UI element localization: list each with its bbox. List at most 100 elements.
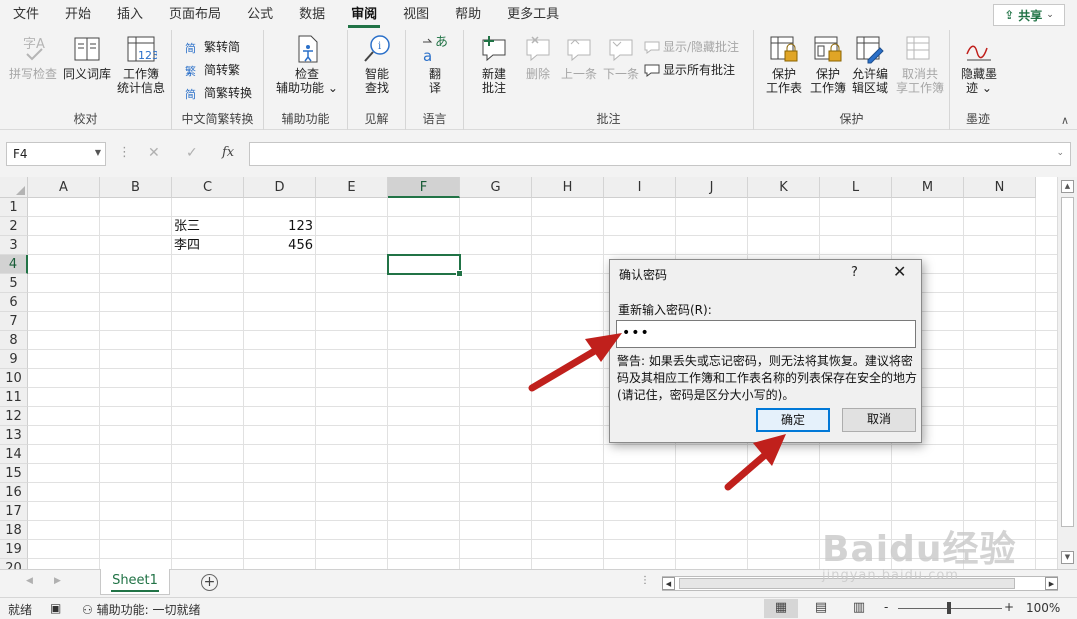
cell-c3[interactable]: 李四 xyxy=(174,236,244,255)
menu-tab-2[interactable]: 插入 xyxy=(104,0,156,30)
row-header-13[interactable]: 13 xyxy=(0,426,28,445)
column-header-h[interactable]: H xyxy=(532,177,604,198)
row-header-15[interactable]: 15 xyxy=(0,464,28,483)
expand-formula-bar-icon[interactable]: ⌄ xyxy=(1056,148,1064,158)
sheet-tab-sheet1[interactable]: Sheet1 xyxy=(100,569,170,595)
menu-tab-0[interactable]: 文件 xyxy=(0,0,52,30)
scroll-up-icon[interactable]: ▲ xyxy=(1061,180,1074,193)
next-comment-button[interactable]: 下一条 xyxy=(600,34,642,81)
column-header-g[interactable]: G xyxy=(460,177,532,198)
thesaurus-button[interactable]: 同义词库 xyxy=(62,34,112,81)
cancel-button[interactable]: 取消 xyxy=(842,408,916,432)
protect-workbook-button[interactable]: 保护 工作簿 xyxy=(806,34,850,95)
row-header-4[interactable]: 4 xyxy=(0,255,28,274)
column-header-l[interactable]: L xyxy=(820,177,892,198)
name-box[interactable]: F4 ▼ xyxy=(6,142,106,166)
column-header-b[interactable]: B xyxy=(100,177,172,198)
delete-comment-button[interactable]: 删除 xyxy=(518,34,558,81)
new-comment-button[interactable]: 新建 批注 xyxy=(472,34,516,95)
spell-check-button[interactable]: 字A 拼写检查 xyxy=(6,34,60,81)
hide-ink-button[interactable]: 隐藏墨 迹 ⌄ xyxy=(956,34,1002,95)
cell-d2[interactable]: 123 xyxy=(246,217,316,236)
column-header-e[interactable]: E xyxy=(316,177,388,198)
row-header-17[interactable]: 17 xyxy=(0,502,28,521)
row-header-9[interactable]: 9 xyxy=(0,350,28,369)
row-header-12[interactable]: 12 xyxy=(0,407,28,426)
menu-tab-4[interactable]: 公式 xyxy=(234,0,286,30)
add-sheet-icon[interactable]: + xyxy=(201,574,218,591)
menu-tab-8[interactable]: 帮助 xyxy=(442,0,494,30)
close-icon[interactable]: ✕ xyxy=(893,262,906,281)
row-header-20[interactable]: 20 xyxy=(0,559,28,569)
zoom-level[interactable]: 100% xyxy=(1026,601,1060,615)
row-header-7[interactable]: 7 xyxy=(0,312,28,331)
menu-tab-9[interactable]: 更多工具 xyxy=(494,0,572,30)
row-header-6[interactable]: 6 xyxy=(0,293,28,312)
row-header-2[interactable]: 2 xyxy=(0,217,28,236)
accessibility-status[interactable]: ⚇ 辅助功能: 一切就绪 xyxy=(82,601,200,618)
row-header-5[interactable]: 5 xyxy=(0,274,28,293)
menu-tab-3[interactable]: 页面布局 xyxy=(156,0,234,30)
share-button[interactable]: ⇪ 共享 ⌄ xyxy=(993,4,1065,26)
ok-button[interactable]: 确定 xyxy=(756,408,830,432)
tab-split-handle[interactable]: ⋮ xyxy=(640,575,650,586)
cancel-entry-icon[interactable]: ✕ xyxy=(148,145,160,161)
collapse-ribbon-icon[interactable]: ∧ xyxy=(1061,114,1069,127)
vertical-scrollbar[interactable]: ▲ ▼ xyxy=(1057,177,1077,569)
workbook-stats-button[interactable]: 123 工作簿 统计信息 xyxy=(114,34,168,95)
menu-tab-5[interactable]: 数据 xyxy=(286,0,338,30)
prev-comment-button[interactable]: 上一条 xyxy=(558,34,600,81)
formula-input[interactable]: ⌄ xyxy=(249,142,1071,166)
menu-tab-7[interactable]: 视图 xyxy=(390,0,442,30)
row-header-10[interactable]: 10 xyxy=(0,369,28,388)
unshare-workbook-button[interactable]: 取消共 享工作簿 xyxy=(892,34,948,95)
simp-to-trad-button[interactable]: 繁 简转繁 xyxy=(185,61,240,78)
column-header-c[interactable]: C xyxy=(172,177,244,198)
allow-edit-ranges-button[interactable]: 允许编 辑区域 xyxy=(848,34,892,95)
cell-c2[interactable]: 张三 xyxy=(174,217,244,236)
menu-tab-6[interactable]: 审阅 xyxy=(338,0,390,30)
column-header-k[interactable]: K xyxy=(748,177,820,198)
cell-d3[interactable]: 456 xyxy=(246,236,316,255)
help-button[interactable]: ? xyxy=(851,265,858,280)
column-header-n[interactable]: N xyxy=(964,177,1036,198)
row-header-3[interactable]: 3 xyxy=(0,236,28,255)
column-header-f[interactable]: F xyxy=(388,177,460,198)
row-header-18[interactable]: 18 xyxy=(0,521,28,540)
check-accessibility-button[interactable]: 检查 辅助功能 ⌄ xyxy=(272,34,342,95)
scroll-right-icon[interactable]: ▶ xyxy=(1045,577,1058,590)
zoom-slider-thumb[interactable] xyxy=(947,602,951,614)
menu-tab-1[interactable]: 开始 xyxy=(52,0,104,30)
smart-lookup-button[interactable]: i 智能 查找 xyxy=(356,34,398,95)
column-header-j[interactable]: J xyxy=(676,177,748,198)
macro-record-icon[interactable]: ▣ xyxy=(50,601,61,615)
insert-function-button[interactable]: fx xyxy=(222,145,234,160)
translate-button[interactable]: あa 翻 译 xyxy=(414,34,456,95)
column-header-d[interactable]: D xyxy=(244,177,316,198)
scroll-left-icon[interactable]: ◀ xyxy=(662,577,675,590)
zoom-out-button[interactable]: - xyxy=(884,600,888,614)
column-header-i[interactable]: I xyxy=(604,177,676,198)
trad-to-simp-button[interactable]: 简 繁转简 xyxy=(185,38,240,55)
active-cell-highlight[interactable] xyxy=(387,254,463,277)
row-header-1[interactable]: 1 xyxy=(0,198,28,217)
prev-sheet-icon[interactable]: ◀ xyxy=(26,576,33,586)
vertical-scroll-thumb[interactable] xyxy=(1061,197,1074,527)
scroll-down-icon[interactable]: ▼ xyxy=(1061,551,1074,564)
confirm-entry-icon[interactable]: ✓ xyxy=(186,145,198,161)
select-all-button[interactable] xyxy=(0,177,28,198)
zoom-in-button[interactable]: + xyxy=(1004,600,1014,614)
show-hide-comment-button[interactable]: 显示/隐藏批注 xyxy=(644,38,739,55)
column-header-a[interactable]: A xyxy=(28,177,100,198)
page-layout-view-icon[interactable]: ▤ xyxy=(804,599,838,618)
column-header-m[interactable]: M xyxy=(892,177,964,198)
next-sheet-icon[interactable]: ▶ xyxy=(54,576,61,586)
protect-sheet-button[interactable]: 保护 工作表 xyxy=(762,34,806,95)
row-header-19[interactable]: 19 xyxy=(0,540,28,559)
row-header-14[interactable]: 14 xyxy=(0,445,28,464)
row-header-8[interactable]: 8 xyxy=(0,331,28,350)
convert-button[interactable]: 简 简繁转换 xyxy=(185,84,252,101)
password-input[interactable]: ••• xyxy=(616,320,916,348)
show-all-comments-button[interactable]: 显示所有批注 xyxy=(644,61,735,78)
row-header-11[interactable]: 11 xyxy=(0,388,28,407)
